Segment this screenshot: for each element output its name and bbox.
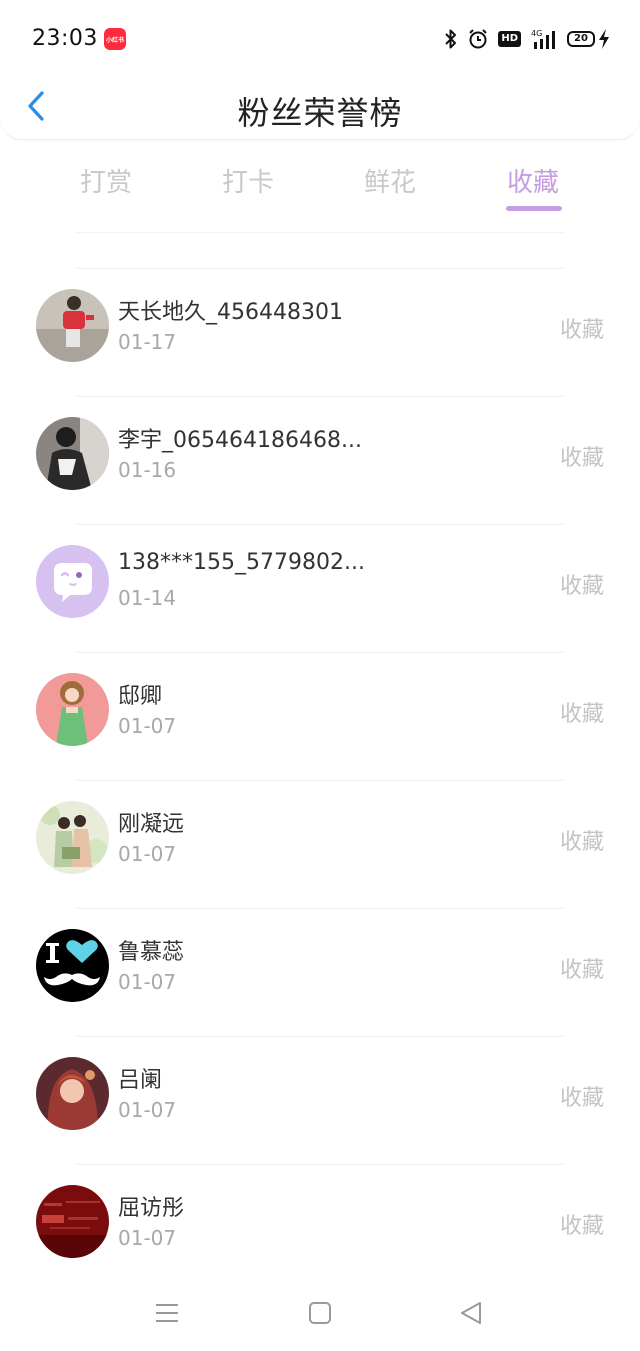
battery-icon: 20: [567, 29, 610, 49]
item-date: 01-07: [118, 714, 177, 738]
item-name: 138***155_5779802...: [118, 550, 365, 575]
item-date: 01-17: [118, 330, 177, 354]
list-item[interactable]: 吕阑 01-07 收藏: [0, 1036, 640, 1164]
illustration-couple-avatar[interactable]: [36, 801, 109, 874]
item-name: 天长地久_456448301: [118, 300, 343, 325]
item-action-label: 收藏: [559, 574, 604, 599]
item-name: 吕阑: [118, 1068, 163, 1093]
app-notification-icon: 小红书: [104, 28, 126, 50]
item-date: 01-07: [118, 1226, 177, 1250]
tab-reward[interactable]: 打赏: [56, 162, 156, 199]
list-item[interactable]: 鲁慕蕊 01-07 收藏: [0, 908, 640, 1036]
photo-child-avatar[interactable]: [36, 289, 109, 362]
signal-icon: 4G: [530, 28, 558, 50]
list-item[interactable]: 李宇_065464186468... 01-16 收藏: [0, 396, 640, 524]
item-action-label: 收藏: [559, 1086, 604, 1111]
status-icons: HD 4G 20: [444, 27, 610, 51]
item-action-label: 收藏: [559, 702, 604, 727]
item-date: 01-07: [118, 1098, 177, 1122]
home-button[interactable]: [305, 1298, 335, 1328]
illustration-woman-avatar[interactable]: [36, 1057, 109, 1130]
active-tab-indicator: [506, 206, 562, 211]
fan-list: 天长地久_456448301 01-17 收藏 李宇_065464186468.…: [0, 268, 640, 1292]
tabs-divider: [76, 232, 564, 233]
top-app-bar: 粉丝荣誉榜: [0, 74, 640, 140]
status-time: 23:03: [32, 26, 98, 51]
item-action-label: 收藏: [559, 318, 604, 343]
page-title: 粉丝荣誉榜: [237, 94, 403, 132]
tab-favorites[interactable]: 收藏: [483, 162, 583, 199]
tab-flowers[interactable]: 鲜花: [340, 162, 440, 199]
alarm-icon: [467, 28, 489, 50]
back-nav-button[interactable]: [456, 1298, 486, 1328]
list-item[interactable]: 天长地久_456448301 01-17 收藏: [0, 268, 640, 396]
bluetooth-icon: [444, 28, 458, 50]
illustration-girl-avatar[interactable]: [36, 673, 109, 746]
item-date: 01-14: [118, 586, 177, 610]
item-date: 01-07: [118, 842, 177, 866]
heart-mustache-avatar[interactable]: [36, 929, 109, 1002]
charging-icon: [599, 29, 609, 49]
item-name: 邸卿: [118, 684, 163, 709]
svg-text:4G: 4G: [531, 29, 542, 38]
list-item[interactable]: 刚凝远 01-07 收藏: [0, 780, 640, 908]
item-name: 鲁慕蕊: [118, 940, 185, 965]
back-triangle-icon: [461, 1302, 481, 1324]
item-name: 屈访彤: [118, 1196, 185, 1221]
status-bar: 23:03 小红书 HD 4G 20: [0, 0, 640, 80]
hd-icon: HD: [498, 31, 521, 47]
item-name: 李宇_065464186468...: [118, 428, 362, 453]
item-action-label: 收藏: [559, 1214, 604, 1239]
photo-person-avatar[interactable]: [36, 417, 109, 490]
item-action-label: 收藏: [559, 830, 604, 855]
item-action-label: 收藏: [559, 958, 604, 983]
item-date: 01-07: [118, 970, 177, 994]
list-item[interactable]: 138***155_5779802... 01-14 收藏: [0, 524, 640, 652]
system-nav-bar: [0, 1280, 640, 1344]
default-chat-avatar[interactable]: [36, 545, 109, 618]
list-item[interactable]: 邸卿 01-07 收藏: [0, 652, 640, 780]
home-icon: [309, 1302, 331, 1324]
tab-checkin[interactable]: 打卡: [198, 162, 298, 199]
item-name: 刚凝远: [118, 812, 185, 837]
red-text-avatar[interactable]: [36, 1185, 109, 1258]
list-item[interactable]: 屈访彤 01-07 收藏: [0, 1164, 640, 1292]
item-date: 01-16: [118, 458, 177, 482]
menu-icon: [156, 1304, 178, 1322]
menu-button[interactable]: [152, 1298, 182, 1328]
item-action-label: 收藏: [559, 446, 604, 471]
